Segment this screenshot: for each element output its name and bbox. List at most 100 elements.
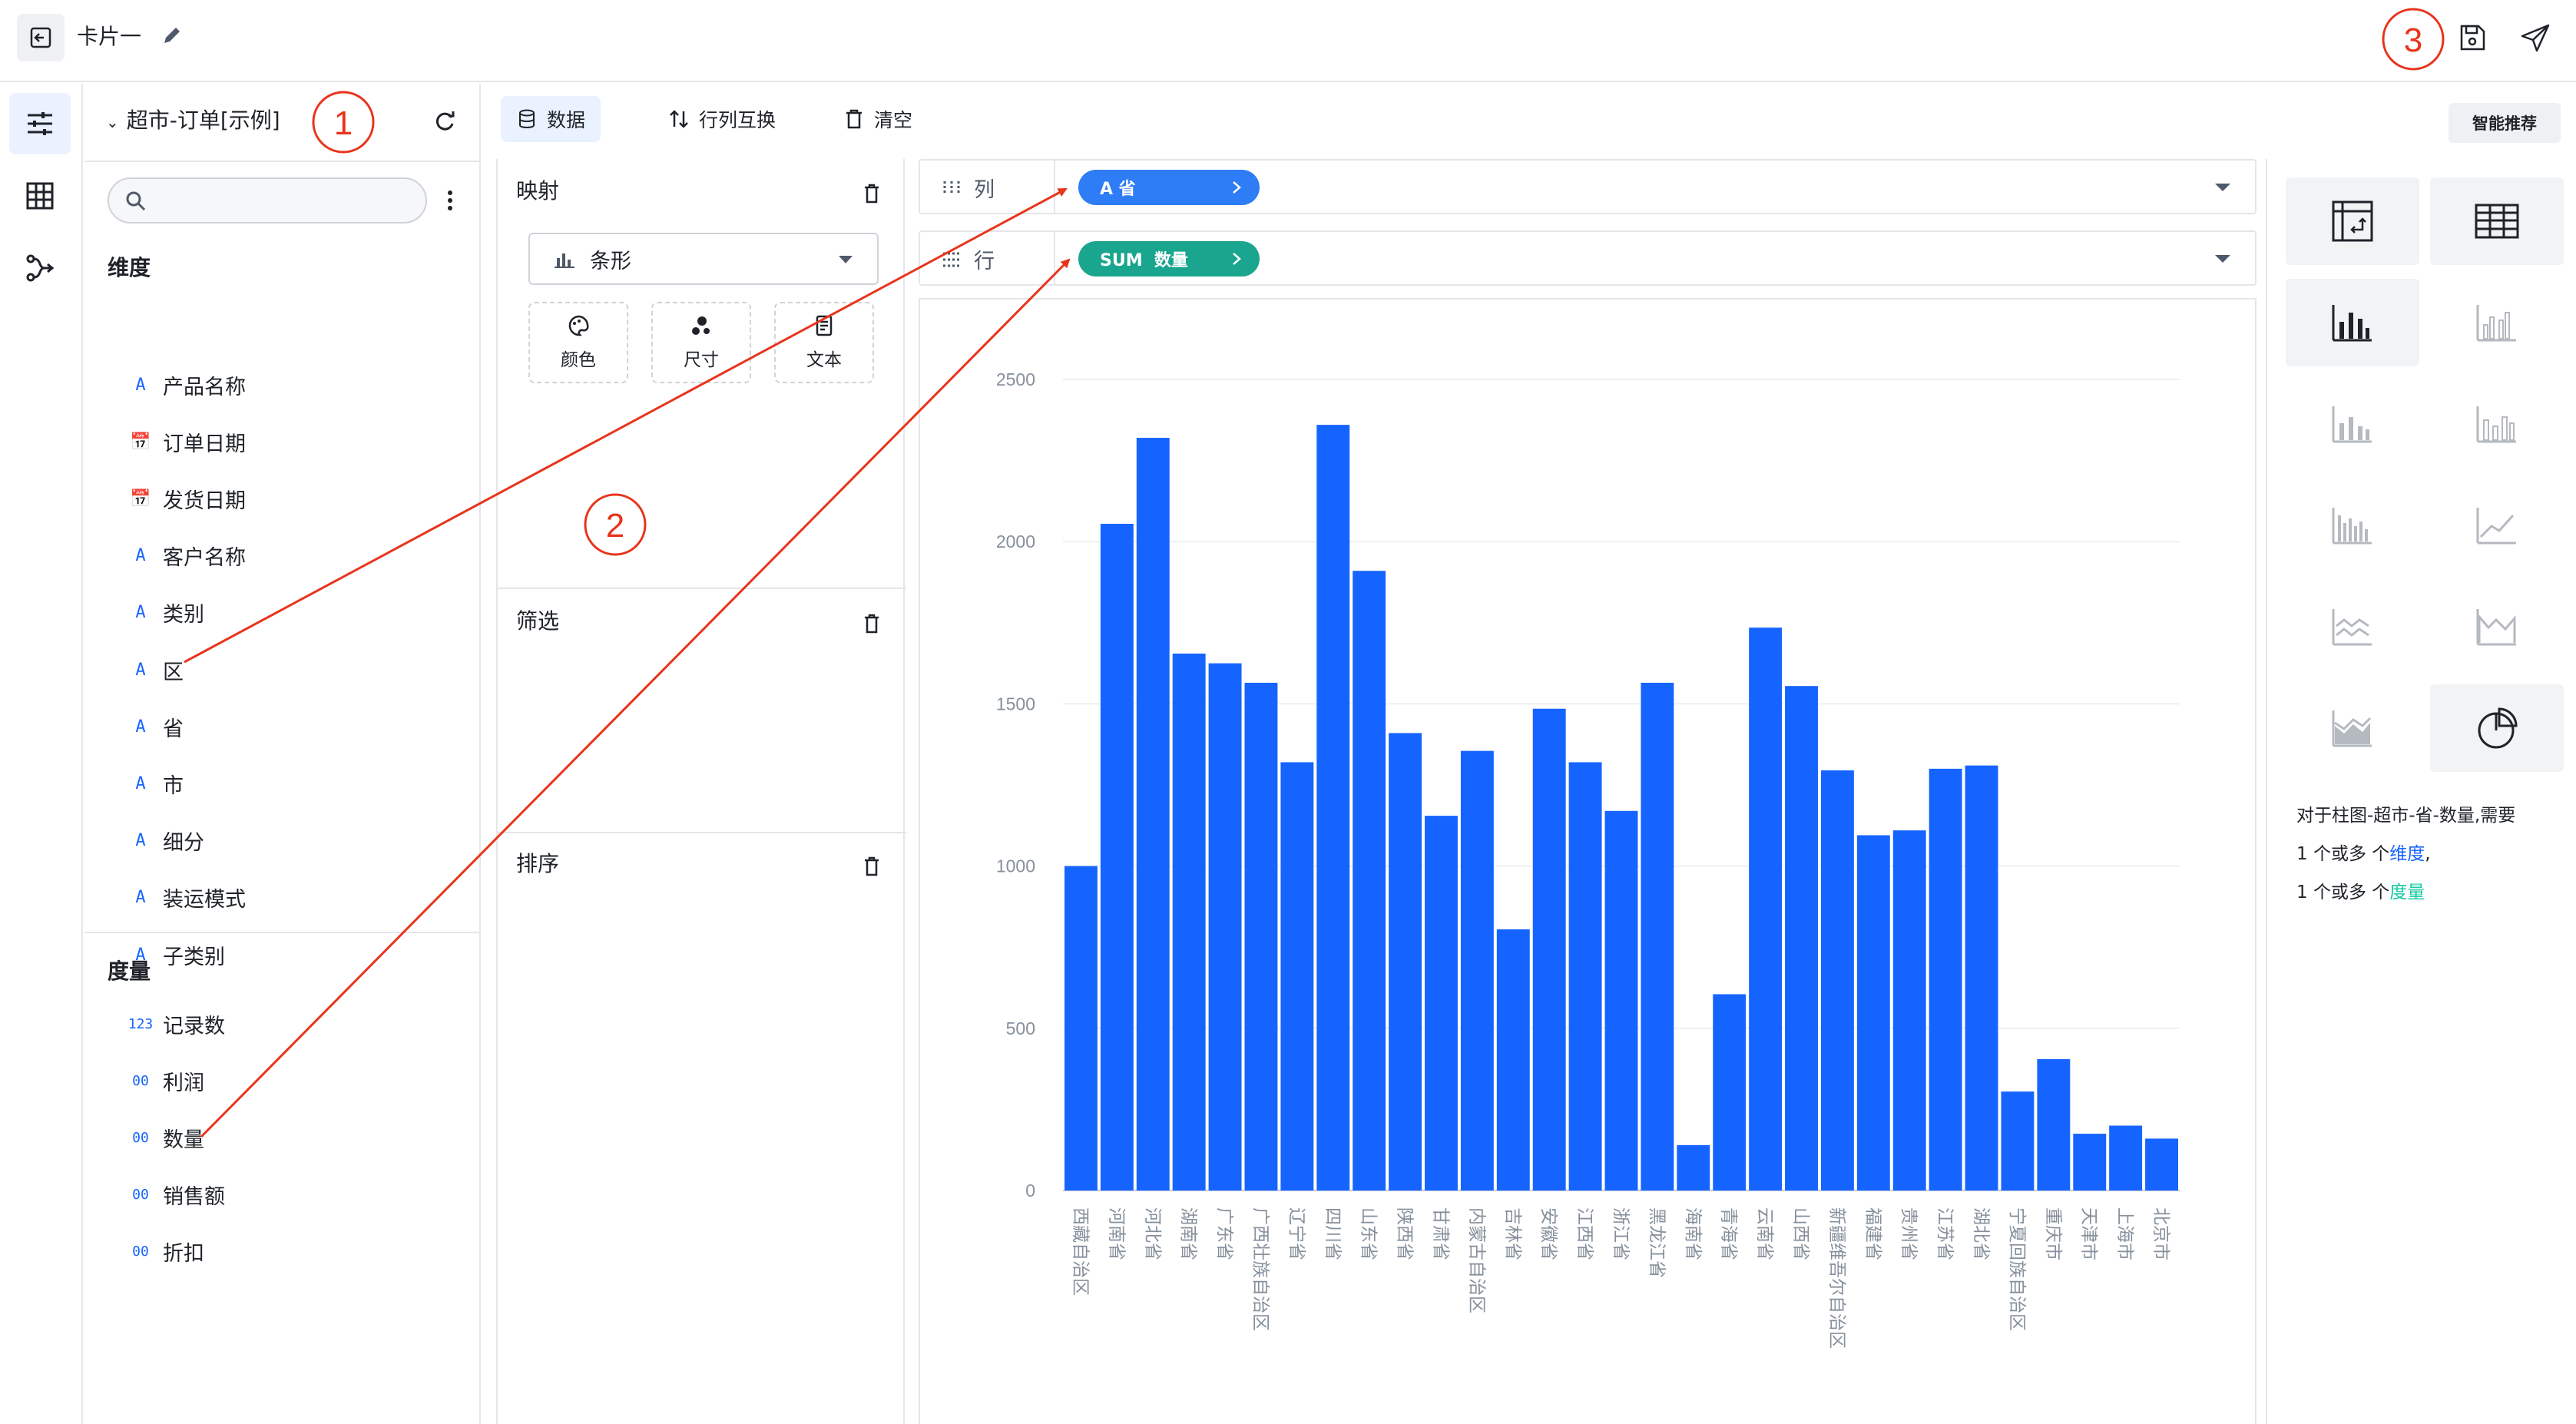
chart-area: 0 500 1000 1500 2000 2500 西藏自治区 河南省 河北省 湖南省 广东省 广西壮… — [919, 298, 2256, 1424]
bar[interactable] — [1892, 830, 1926, 1191]
bar[interactable] — [1713, 994, 1747, 1191]
bar[interactable] — [1496, 929, 1530, 1191]
chart-type-select[interactable]: 条形 — [528, 233, 879, 285]
chart-option-multi-bar[interactable] — [2286, 482, 2419, 569]
chart-option-pivot[interactable] — [2286, 177, 2419, 265]
bar[interactable] — [1568, 762, 1602, 1191]
rail-config-button[interactable] — [9, 93, 71, 154]
chart-option-stacked-bar[interactable] — [2286, 380, 2419, 468]
bar[interactable] — [1785, 686, 1818, 1191]
bar[interactable] — [2109, 1125, 2143, 1191]
chart-option-stacked-area[interactable] — [2286, 684, 2419, 772]
measure-field[interactable]: 00 数量 — [121, 1118, 459, 1157]
chart-option-table[interactable] — [2430, 177, 2564, 265]
back-button[interactable] — [17, 14, 65, 61]
caret-down-icon[interactable] — [2213, 253, 2232, 264]
rail-table-button[interactable] — [9, 165, 71, 227]
save-icon[interactable] — [2455, 20, 2490, 55]
bar[interactable] — [1280, 762, 1314, 1191]
stacked-bar-icon — [2332, 406, 2372, 443]
chart-option-pie[interactable] — [2430, 684, 2564, 772]
columns-shelf[interactable]: 列 A 省 — [919, 159, 2256, 214]
chart-option-line[interactable] — [2430, 482, 2564, 569]
column-field-pill[interactable]: A 省 — [1078, 170, 1260, 205]
bar[interactable] — [1641, 682, 1674, 1191]
bar[interactable] — [1389, 733, 1422, 1191]
bar[interactable] — [1425, 816, 1458, 1191]
caret-down-icon[interactable] — [2213, 182, 2232, 193]
measure-field[interactable]: 00 折扣 — [121, 1232, 459, 1272]
trash-icon[interactable] — [862, 182, 882, 205]
dimension-field[interactable]: A区 — [121, 650, 459, 690]
bar[interactable] — [1172, 653, 1206, 1191]
trash-icon[interactable] — [862, 612, 882, 635]
bar[interactable] — [1316, 425, 1350, 1191]
bar[interactable] — [1820, 770, 1854, 1191]
size-encoding-button[interactable]: 尺寸 — [651, 302, 751, 383]
bar[interactable] — [1856, 835, 1890, 1191]
bar[interactable] — [1604, 810, 1638, 1191]
dimension-field[interactable]: A 客户名称 — [121, 536, 459, 576]
chart-option-multi-line[interactable] — [2286, 583, 2419, 671]
chart-option-area[interactable] — [2430, 583, 2564, 671]
bar[interactable] — [1100, 523, 1134, 1191]
measure-field-name: 利润 — [163, 1071, 204, 1095]
card-title[interactable]: 卡片一 — [77, 22, 141, 52]
swap-rows-columns-button[interactable]: 行列互换 — [653, 96, 791, 142]
clear-button[interactable]: 清空 — [828, 96, 928, 142]
bar[interactable] — [1749, 628, 1783, 1191]
columns-shelf-label: 列 — [940, 173, 995, 203]
divider — [1054, 161, 1055, 213]
chevron-down-icon: ⌄ — [106, 113, 119, 131]
dimension-field[interactable]: A市 — [121, 763, 459, 803]
bar[interactable] — [1929, 768, 1962, 1191]
refresh-icon[interactable] — [432, 108, 458, 134]
bar[interactable] — [2037, 1058, 2071, 1191]
dimension-field[interactable]: A 子类别 — [121, 935, 459, 975]
row-pill-label: SUM 数量 — [1100, 251, 1188, 270]
pencil-icon[interactable] — [160, 23, 184, 48]
dimension-field[interactable]: 📅 发货日期 — [121, 479, 459, 518]
rail-flow-button[interactable] — [9, 237, 71, 299]
dimension-field[interactable]: A 类别 — [121, 593, 459, 633]
measure-field[interactable]: 123 记录数 — [121, 1004, 459, 1044]
row-field-pill[interactable]: SUM 数量 — [1078, 241, 1260, 277]
field-search-input[interactable] — [108, 177, 427, 224]
bar[interactable] — [1244, 682, 1278, 1191]
bar[interactable] — [2001, 1091, 2035, 1191]
trash-icon[interactable] — [862, 855, 882, 878]
bar[interactable] — [1208, 663, 1242, 1191]
bar[interactable] — [2145, 1138, 2178, 1191]
bar[interactable] — [2073, 1134, 2107, 1191]
bar[interactable] — [1136, 438, 1170, 1191]
x-tick-label: 上海市 — [2115, 1207, 2135, 1260]
more-vertical-icon[interactable] — [441, 185, 459, 216]
y-tick-label: 1000 — [996, 856, 1035, 876]
send-icon[interactable] — [2518, 20, 2553, 55]
dimension-field[interactable]: A 产品名称 — [121, 365, 459, 405]
bar[interactable] — [1677, 1144, 1710, 1191]
bar[interactable] — [1532, 708, 1566, 1191]
data-tab-button[interactable]: 数据 — [501, 96, 601, 142]
bar[interactable] — [1065, 866, 1098, 1191]
hint-text: 1 个或多 个 — [2296, 883, 2390, 902]
bar[interactable] — [1353, 571, 1386, 1191]
dimension-field[interactable]: A 装运模式 — [121, 878, 459, 918]
dimension-field[interactable]: 📅 订单日期 — [121, 422, 459, 462]
chart-option-grouped-bar[interactable] — [2430, 279, 2564, 366]
chart-option-bar[interactable] — [2286, 279, 2419, 366]
measure-field[interactable]: 00 利润 — [121, 1061, 459, 1101]
dimension-field[interactable]: A省 — [121, 707, 459, 747]
measure-field[interactable]: 00 销售额 — [121, 1175, 459, 1215]
chart-option-percent-bar[interactable] — [2430, 380, 2564, 468]
rows-shelf[interactable]: 行 SUM 数量 — [919, 230, 2256, 286]
bar[interactable] — [1965, 765, 1998, 1191]
number-type-icon: 00 — [132, 1072, 149, 1089]
color-encoding-button[interactable]: 颜色 — [528, 302, 628, 383]
text-encoding-button[interactable]: 文本 — [774, 302, 874, 383]
dimension-field[interactable]: A 细分 — [121, 821, 459, 861]
smart-recommend-button[interactable]: 智能推荐 — [2449, 103, 2561, 143]
bar[interactable] — [1460, 750, 1494, 1191]
datasource-selector[interactable]: ⌄ 超市-订单[示例] — [106, 105, 280, 137]
calendar-icon: 📅 — [130, 488, 151, 508]
